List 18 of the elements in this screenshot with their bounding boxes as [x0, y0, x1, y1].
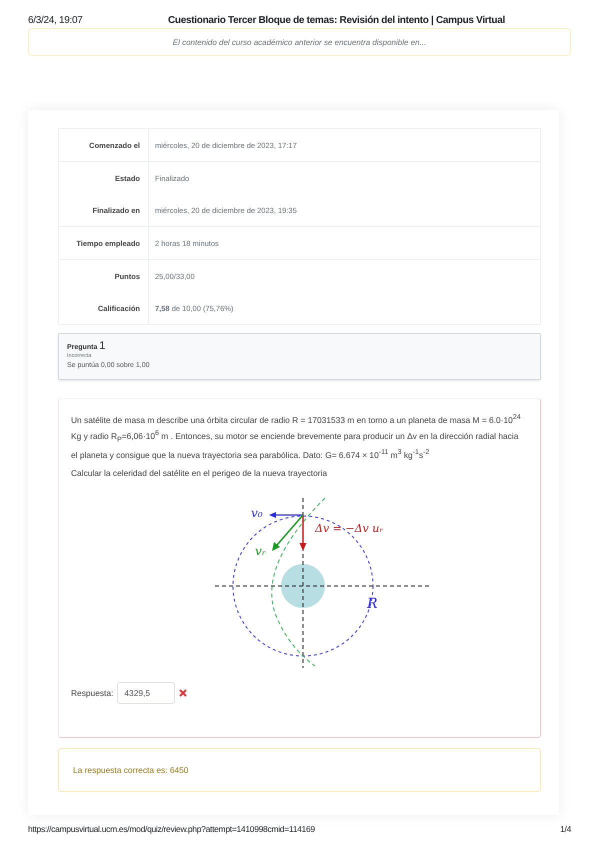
page-number: 1/4 — [560, 824, 571, 834]
delta-v-arrow — [300, 515, 306, 552]
delta-v-label: Δv = −Δv uᵣ — [315, 522, 384, 536]
notice-text: El contenido del curso académico anterior se encuentra disponible en... — [172, 38, 426, 46]
print-date: 6/3/24, 19:07 — [28, 14, 84, 26]
new-velocity-label: vᵣ — [255, 544, 266, 558]
question-prompt: Calcular la celeridad del satélite en el perigeo de la nueva trayectoria — [71, 468, 328, 478]
velocity-arrow — [269, 512, 303, 518]
velocity-label: v₀ — [251, 506, 263, 520]
answer-label: Respuesta: — [71, 688, 114, 698]
radius-label: R — [367, 596, 378, 612]
page-url: https://campusvirtual.ucm.es/mod/quiz/review.php?attempt=1410998cmid=114169 — [28, 824, 315, 834]
correct-answer-text: La respuesta correcta es: 6450 — [73, 765, 188, 775]
new-velocity-arrow — [272, 514, 304, 552]
planet — [281, 564, 325, 608]
answer-field[interactable]: 4329,5 — [117, 682, 176, 704]
page-title: Cuestionario Tercer Bloque de temas: Revisión del intento | Campus Virtual — [168, 14, 506, 26]
question-text: Un satélite de masa m describe una órbita circular de radio R = 17031533 m en torno a un planeta de masa M = 6.0·10$^{24}$ Kg y radio R$_{P}$=6,06·10$^{6}$ m . Entonces, su motor se enciende brevemente para producir un Δv en la dirección radial hacia el planeta y consigue que la nueva trayectoria sea parabólica. Dato: G= 6.674 × 10$^{-11}$ m$^{3}$ kg$^{-1}$s$^{-2}$ — [71, 413, 522, 462]
